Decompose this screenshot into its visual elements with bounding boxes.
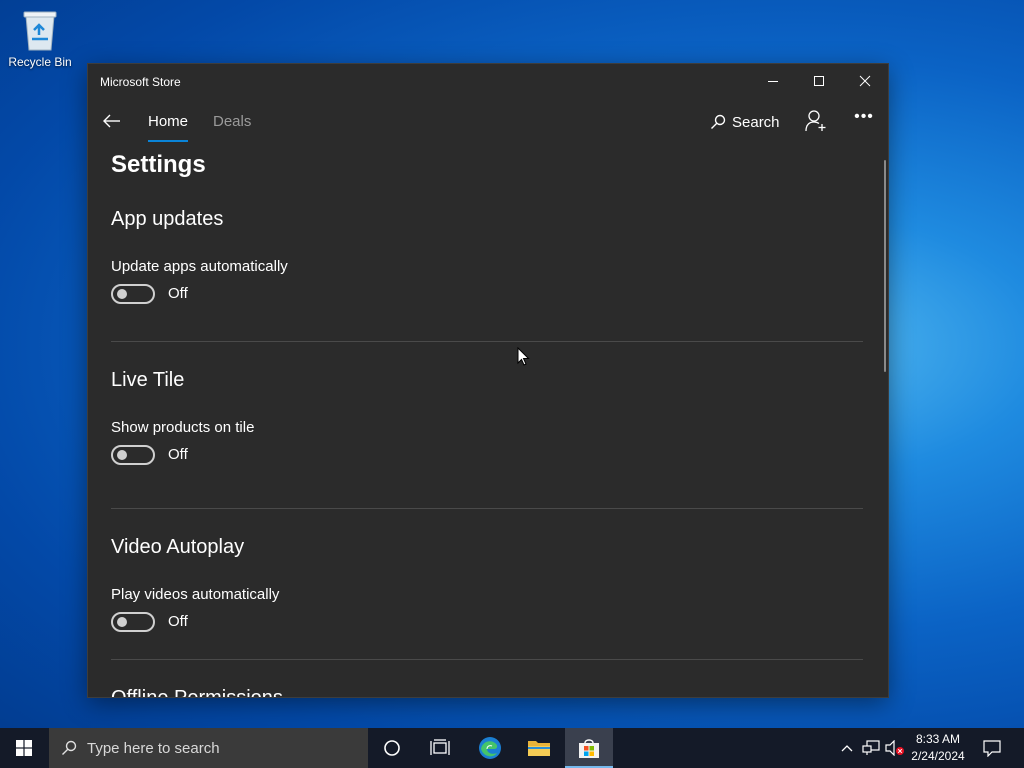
setting-label: Update apps automatically — [111, 258, 288, 275]
search-label: Search — [732, 113, 780, 131]
recycle-bin-label: Recycle Bin — [8, 55, 72, 69]
section-title: Live Tile — [111, 369, 185, 391]
more-options-button[interactable]: ••• — [850, 109, 878, 133]
window-title: Microsoft Store — [100, 75, 181, 89]
chevron-up-icon — [841, 745, 853, 752]
task-view-button[interactable] — [416, 728, 464, 768]
maximize-icon — [814, 76, 824, 86]
minimize-button[interactable] — [750, 64, 796, 98]
toggle-state-label: Off — [168, 285, 188, 302]
microsoft-store-taskbar-button[interactable] — [565, 728, 613, 768]
divider — [111, 508, 863, 509]
taskbar: Type here to search 8:33 AM 2/24/2024 — [0, 728, 1024, 768]
setting-label: Play videos automatically — [111, 586, 280, 603]
toggle-knob — [117, 617, 127, 627]
volume-muted-icon — [885, 740, 904, 756]
taskbar-search-placeholder: Type here to search — [87, 739, 220, 757]
cortana-circle-icon — [384, 740, 400, 756]
action-center-button[interactable] — [978, 736, 1006, 760]
tab-deals[interactable]: Deals — [213, 113, 251, 130]
settings-page[interactable]: Settings App updates Update apps automat… — [88, 144, 888, 697]
tab-home[interactable]: Home — [148, 113, 188, 130]
title-bar[interactable]: Microsoft Store — [88, 64, 888, 100]
toggle-state-label: Off — [168, 613, 188, 630]
active-tab-indicator — [148, 140, 188, 142]
cortana-button[interactable] — [368, 728, 416, 768]
windows-logo-icon — [16, 740, 32, 756]
toggle-knob — [117, 289, 127, 299]
search-button[interactable]: Search — [710, 111, 780, 133]
notification-icon — [983, 740, 1001, 757]
account-button[interactable] — [804, 109, 828, 133]
microsoft-store-window: Microsoft Store Home Deals Search ••• Se… — [88, 64, 888, 697]
volume-tray-button[interactable] — [885, 738, 905, 758]
start-button[interactable] — [0, 728, 48, 768]
file-explorer-button[interactable] — [515, 728, 563, 768]
mouse-cursor-icon — [517, 347, 530, 366]
search-icon — [711, 114, 726, 129]
update-apps-toggle[interactable] — [111, 284, 155, 304]
taskbar-clock[interactable]: 8:33 AM 2/24/2024 — [906, 731, 970, 765]
clock-time: 8:33 AM — [915, 732, 961, 746]
ellipsis-icon: ••• — [854, 108, 874, 125]
close-button[interactable] — [842, 64, 888, 98]
edge-taskbar-button[interactable] — [466, 728, 514, 768]
network-tray-button[interactable] — [861, 738, 881, 758]
section-title: App updates — [111, 208, 224, 230]
close-icon — [859, 75, 871, 87]
recycle-bin-shortcut[interactable]: Recycle Bin — [6, 8, 74, 69]
store-nav-bar: Home Deals Search ••• — [88, 100, 888, 144]
divider — [111, 341, 863, 342]
divider — [111, 659, 863, 660]
clock-date: 2/24/2024 — [911, 749, 965, 763]
recycle-bin-icon — [23, 11, 57, 51]
toggle-state-label: Off — [168, 446, 188, 463]
network-icon — [862, 740, 880, 755]
search-icon — [62, 740, 77, 755]
store-bag-icon — [579, 739, 599, 758]
maximize-button[interactable] — [796, 64, 842, 98]
vertical-scrollbar[interactable] — [884, 160, 886, 372]
edge-browser-icon — [479, 737, 501, 759]
section-title: Offline Permissions — [111, 687, 283, 697]
video-autoplay-toggle[interactable] — [111, 612, 155, 632]
section-title: Video Autoplay — [111, 536, 245, 558]
task-view-icon — [430, 739, 450, 755]
folder-icon — [528, 741, 550, 756]
account-add-icon — [805, 110, 826, 132]
page-title: Settings — [111, 151, 206, 178]
live-tile-toggle[interactable] — [111, 445, 155, 465]
show-hidden-icons-button[interactable] — [837, 738, 857, 758]
minimize-icon — [768, 81, 778, 82]
setting-label: Show products on tile — [111, 419, 255, 436]
back-arrow-icon — [103, 114, 120, 128]
toggle-knob — [117, 450, 127, 460]
taskbar-search-box[interactable]: Type here to search — [49, 728, 368, 768]
back-button[interactable] — [100, 109, 124, 133]
